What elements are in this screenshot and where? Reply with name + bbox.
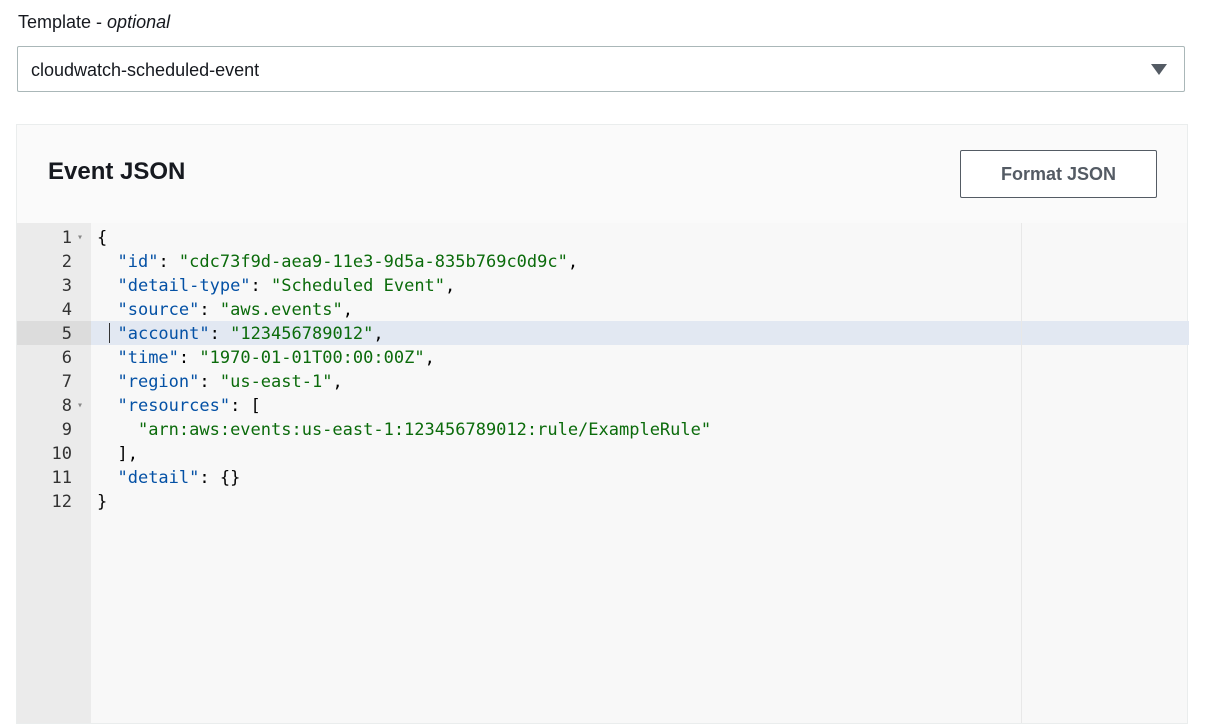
json-punct — [97, 252, 117, 272]
json-punct — [97, 420, 138, 440]
json-punct: : — [199, 300, 220, 320]
json-punct: : — [209, 324, 231, 344]
line-number: 5 — [61, 324, 72, 344]
code-line[interactable]: 3 "detail-type": "Scheduled Event", — [17, 274, 1187, 298]
template-select[interactable]: cloudwatch-scheduled-event — [17, 46, 1185, 92]
template-label-optional: optional — [107, 12, 171, 32]
line-number: 9 — [61, 420, 72, 440]
code-line[interactable]: 9 "arn:aws:events:us-east-1:123456789012… — [17, 418, 1187, 442]
code-text: { — [97, 226, 107, 250]
json-punct: { — [97, 228, 108, 248]
json-punct: : — [158, 252, 179, 272]
line-number: 12 — [51, 492, 72, 512]
json-key: "id" — [117, 252, 159, 272]
code-line[interactable]: 12} — [17, 490, 1187, 514]
code-lines: 1 ▾{2 "id": "cdc73f9d-aea9-11e3-9d5a-835b… — [17, 226, 1187, 514]
json-key: "detail" — [117, 468, 200, 488]
json-key: "region" — [117, 372, 200, 392]
line-number: 7 — [61, 372, 72, 392]
code-line[interactable]: 6 "time": "1970-01-01T00:00:00Z", — [17, 346, 1187, 370]
line-number: 11 — [51, 468, 72, 488]
code-text: "region": "us-east-1", — [97, 370, 343, 394]
json-punct: , — [332, 372, 343, 392]
json-punct: , — [373, 324, 384, 344]
json-punct: , — [445, 276, 456, 296]
json-punct: , — [342, 300, 353, 320]
code-line[interactable]: 8 ▾ "resources": [ — [17, 394, 1187, 418]
json-key: "detail-type" — [117, 276, 251, 296]
json-punct — [97, 276, 117, 296]
code-text: "id": "cdc73f9d-aea9-11e3-9d5a-835b769c0… — [97, 250, 578, 274]
json-string: "123456789012" — [230, 324, 374, 344]
line-number: 2 — [61, 252, 72, 272]
json-key: "resources" — [117, 396, 231, 416]
json-punct: , — [424, 348, 435, 368]
line-number: 6 — [61, 348, 72, 368]
template-label-text: Template - — [18, 12, 108, 32]
fold-arrow-icon[interactable]: ▾ — [77, 226, 83, 250]
json-punct — [97, 348, 117, 368]
json-punct: ], — [97, 444, 138, 464]
text-cursor — [109, 323, 110, 343]
json-punct: : — [199, 372, 220, 392]
code-line[interactable]: 4 "source": "aws.events", — [17, 298, 1187, 322]
json-punct: : — [178, 348, 200, 368]
code-text: "resources": [ — [97, 394, 261, 418]
json-key: "time" — [117, 348, 179, 368]
code-text: "account": "123456789012", — [97, 322, 384, 346]
code-text: "time": "1970-01-01T00:00:00Z", — [97, 346, 435, 370]
code-text: } — [97, 490, 107, 514]
code-line[interactable]: 10 ], — [17, 442, 1187, 466]
json-string: "aws.events" — [219, 300, 343, 320]
json-punct: : [ — [230, 396, 261, 416]
line-number: 8 — [61, 396, 72, 416]
format-json-button[interactable]: Format JSON — [960, 150, 1157, 198]
json-punct — [97, 300, 117, 320]
code-line[interactable]: 1 ▾ { — [17, 226, 1187, 250]
code-line[interactable]: 7 "region": "us-east-1", — [17, 370, 1187, 394]
triangle-down-icon — [1151, 64, 1167, 75]
json-string: "arn:aws:events:us-east-1:123456789012:r… — [137, 420, 712, 440]
json-string: "cdc73f9d-aea9-11e3-9d5a-835b769c0d9c" — [178, 252, 568, 272]
json-punct: : — [250, 276, 272, 296]
json-punct — [97, 396, 117, 416]
json-punct — [97, 468, 117, 488]
json-key: "account" — [117, 324, 210, 344]
code-line[interactable]: 5 "account": "123456789012", — [17, 322, 1187, 346]
json-editor[interactable]: 1 ▾{2 "id": "cdc73f9d-aea9-11e3-9d5a-835b… — [17, 223, 1189, 723]
fold-arrow-icon[interactable]: ▾ — [77, 394, 83, 418]
json-punct — [97, 324, 117, 344]
json-punct: } — [97, 492, 108, 512]
template-select-value: cloudwatch-scheduled-event — [31, 60, 260, 80]
code-text: "arn:aws:events:us-east-1:123456789012:r… — [97, 418, 711, 442]
json-key: "source" — [117, 300, 200, 320]
code-text: "detail-type": "Scheduled Event", — [97, 274, 455, 298]
line-number: 3 — [61, 276, 72, 296]
code-line[interactable]: 11 "detail": {} — [17, 466, 1187, 490]
json-string: "Scheduled Event" — [271, 276, 446, 296]
json-punct — [97, 372, 117, 392]
code-text: "detail": {} — [97, 466, 240, 490]
code-line[interactable]: 2 "id": "cdc73f9d-aea9-11e3-9d5a-835b769… — [17, 250, 1187, 274]
line-number: 4 — [61, 300, 72, 320]
json-string: "1970-01-01T00:00:00Z" — [199, 348, 425, 368]
template-label: Template - optional — [18, 10, 170, 34]
panel-header: Event JSON Format JSON — [17, 125, 1187, 224]
code-text: ], — [97, 442, 138, 466]
json-string: "us-east-1" — [219, 372, 333, 392]
json-punct: , — [567, 252, 579, 272]
panel-title: Event JSON — [48, 158, 186, 185]
event-json-panel: Event JSON Format JSON 1 ▾{2 "id": "cdc73… — [16, 124, 1189, 724]
line-number: 1 — [61, 228, 72, 248]
code-text: "source": "aws.events", — [97, 298, 353, 322]
line-number: 10 — [51, 444, 72, 464]
json-punct: : {} — [199, 468, 241, 488]
